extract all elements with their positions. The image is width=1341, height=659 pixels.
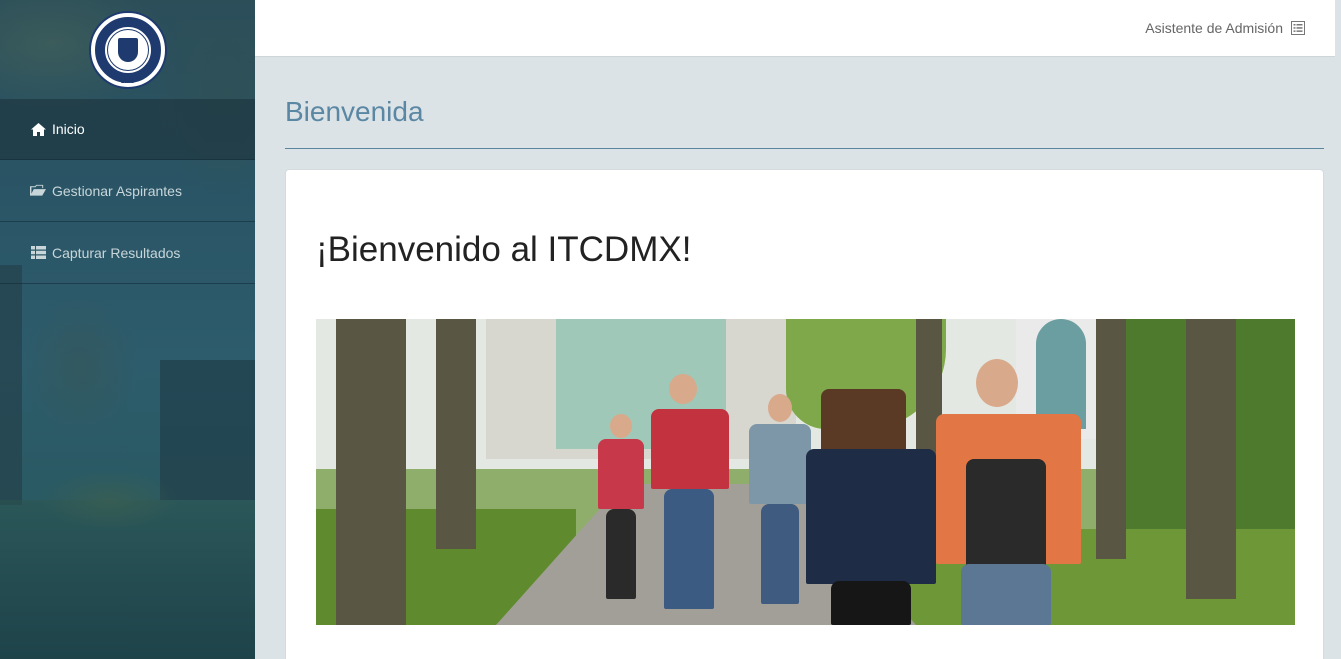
photo-tree-trunk	[1096, 319, 1126, 559]
photo-student	[598, 439, 644, 509]
photo-arch-window	[1036, 319, 1086, 429]
photo-tree-trunk	[1186, 319, 1236, 599]
sidebar-item-label: Inicio	[52, 121, 85, 137]
folder-open-icon	[30, 184, 46, 198]
photo-student-head	[976, 359, 1018, 407]
sidebar-background-building	[0, 265, 22, 505]
photo-student	[806, 449, 936, 584]
sidebar-background-trees	[20, 290, 140, 440]
photo-student	[749, 424, 811, 504]
photo-student-legs	[961, 564, 1051, 625]
photo-backpack	[966, 459, 1046, 569]
campus-photo	[316, 319, 1295, 625]
sidebar-item-inicio[interactable]: Inicio	[0, 99, 255, 160]
photo-student	[651, 409, 729, 489]
sidebar-background-shrubs	[40, 470, 180, 530]
welcome-heading: ¡Bienvenido al ITCDMX!	[316, 230, 692, 269]
photo-tree-trunk	[436, 319, 476, 549]
page-title: Bienvenida	[285, 96, 424, 127]
photo-student-legs	[606, 509, 636, 599]
welcome-card: ¡Bienvenido al ITCDMX!	[285, 169, 1324, 659]
sidebar-item-label: Capturar Resultados	[52, 244, 181, 261]
sidebar-nav: Inicio Gestionar Aspirantes Capturar Res…	[0, 99, 255, 284]
seal-year: 1948	[120, 78, 135, 85]
sidebar-item-gestionar-aspirantes[interactable]: Gestionar Aspirantes	[0, 160, 255, 222]
photo-student-head	[768, 394, 792, 422]
list-icon	[30, 246, 46, 260]
photo-student-head	[669, 374, 697, 404]
home-icon	[30, 122, 46, 136]
list-alt-icon	[1291, 21, 1305, 35]
logo-area: 1948	[0, 0, 255, 99]
admission-assistant-label: Asistente de Admisión	[1145, 20, 1283, 36]
photo-student-legs	[831, 581, 911, 625]
sidebar-item-label: Gestionar Aspirantes	[52, 182, 182, 199]
sidebar: 1948 Inicio Gestionar Aspirantes Captura…	[0, 0, 255, 659]
title-divider	[285, 148, 1324, 149]
sidebar-item-capturar-resultados[interactable]: Capturar Resultados	[0, 222, 255, 284]
top-bar: Asistente de Admisión	[255, 0, 1335, 57]
photo-student-legs	[664, 489, 714, 609]
shield-icon	[117, 37, 138, 62]
seal-center	[106, 28, 149, 71]
photo-student-head	[610, 414, 632, 438]
photo-student-legs	[761, 504, 799, 604]
university-seal-logo[interactable]: 1948	[88, 10, 167, 89]
photo-tree-trunk	[336, 319, 406, 625]
admission-assistant-link[interactable]: Asistente de Admisión	[1145, 20, 1305, 36]
